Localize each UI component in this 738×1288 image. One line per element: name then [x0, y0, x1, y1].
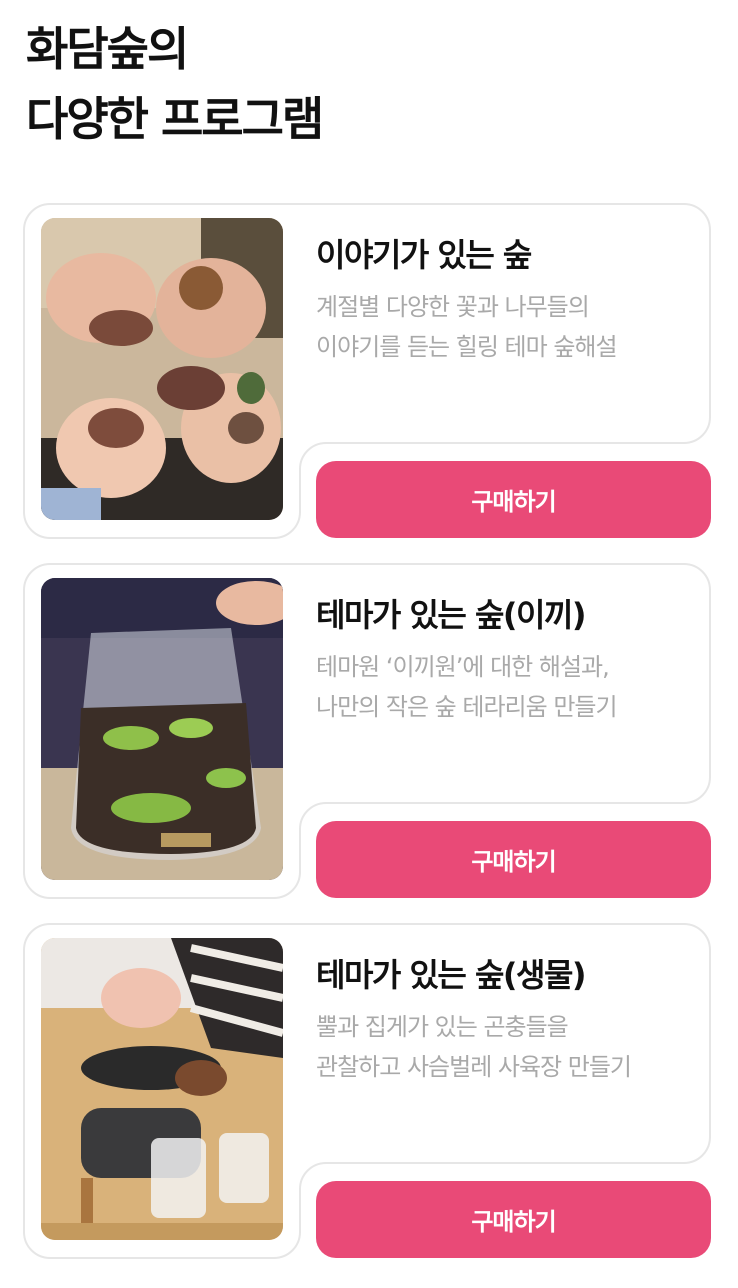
buy-button[interactable]: 구매하기 [316, 461, 711, 538]
program-description-line-2: 이야기를 듣는 힐링 테마 숲해설 [316, 333, 618, 361]
program-title: 테마가 있는 숲(생물) [316, 956, 587, 994]
program-card-moss-theme[interactable]: 테마가 있는 숲(이끼) 테마원 ‘이끼원’에 대한 해설과, 나만의 작은 숲… [0, 563, 738, 899]
program-card-story-forest[interactable]: 이야기가 있는 숲 계절별 다양한 꽃과 나무들의 이야기를 듣는 힐링 테마 … [0, 203, 738, 539]
program-card-insect-theme[interactable]: 테마가 있는 숲(생물) 뿔과 집게가 있는 곤충들을 관찰하고 사슴벌레 사육… [0, 923, 738, 1259]
program-description-line-2: 나만의 작은 숲 테라리움 만들기 [316, 693, 618, 721]
page-title-line-2: 다양한 프로그램 [26, 92, 324, 146]
program-description: 계절별 다양한 꽃과 나무들의 이야기를 듣는 힐링 테마 숲해설 [316, 287, 618, 367]
buy-button[interactable]: 구매하기 [316, 1181, 711, 1258]
program-description-line-1: 뿔과 집게가 있는 곤충들을 [316, 1013, 569, 1041]
program-description-line-1: 테마원 ‘이끼원’에 대한 해설과, [316, 653, 610, 681]
program-title: 이야기가 있는 숲 [316, 236, 532, 274]
program-title: 테마가 있는 숲(이끼) [316, 596, 587, 634]
program-description-line-1: 계절별 다양한 꽃과 나무들의 [316, 293, 590, 321]
program-description: 테마원 ‘이끼원’에 대한 해설과, 나만의 작은 숲 테라리움 만들기 [316, 647, 618, 727]
program-photo-leaves-in-hands [41, 218, 283, 520]
buy-button[interactable]: 구매하기 [316, 821, 711, 898]
program-photo-insect-habitat [41, 938, 283, 1240]
program-photo-terrarium [41, 578, 283, 880]
page-title-line-1: 화담숲의 [26, 22, 189, 76]
program-description-line-2: 관찰하고 사슴벌레 사육장 만들기 [316, 1053, 632, 1081]
program-description: 뿔과 집게가 있는 곤충들을 관찰하고 사슴벌레 사육장 만들기 [316, 1007, 632, 1087]
page-title: 화담숲의 다양한 프로그램 [26, 14, 324, 154]
